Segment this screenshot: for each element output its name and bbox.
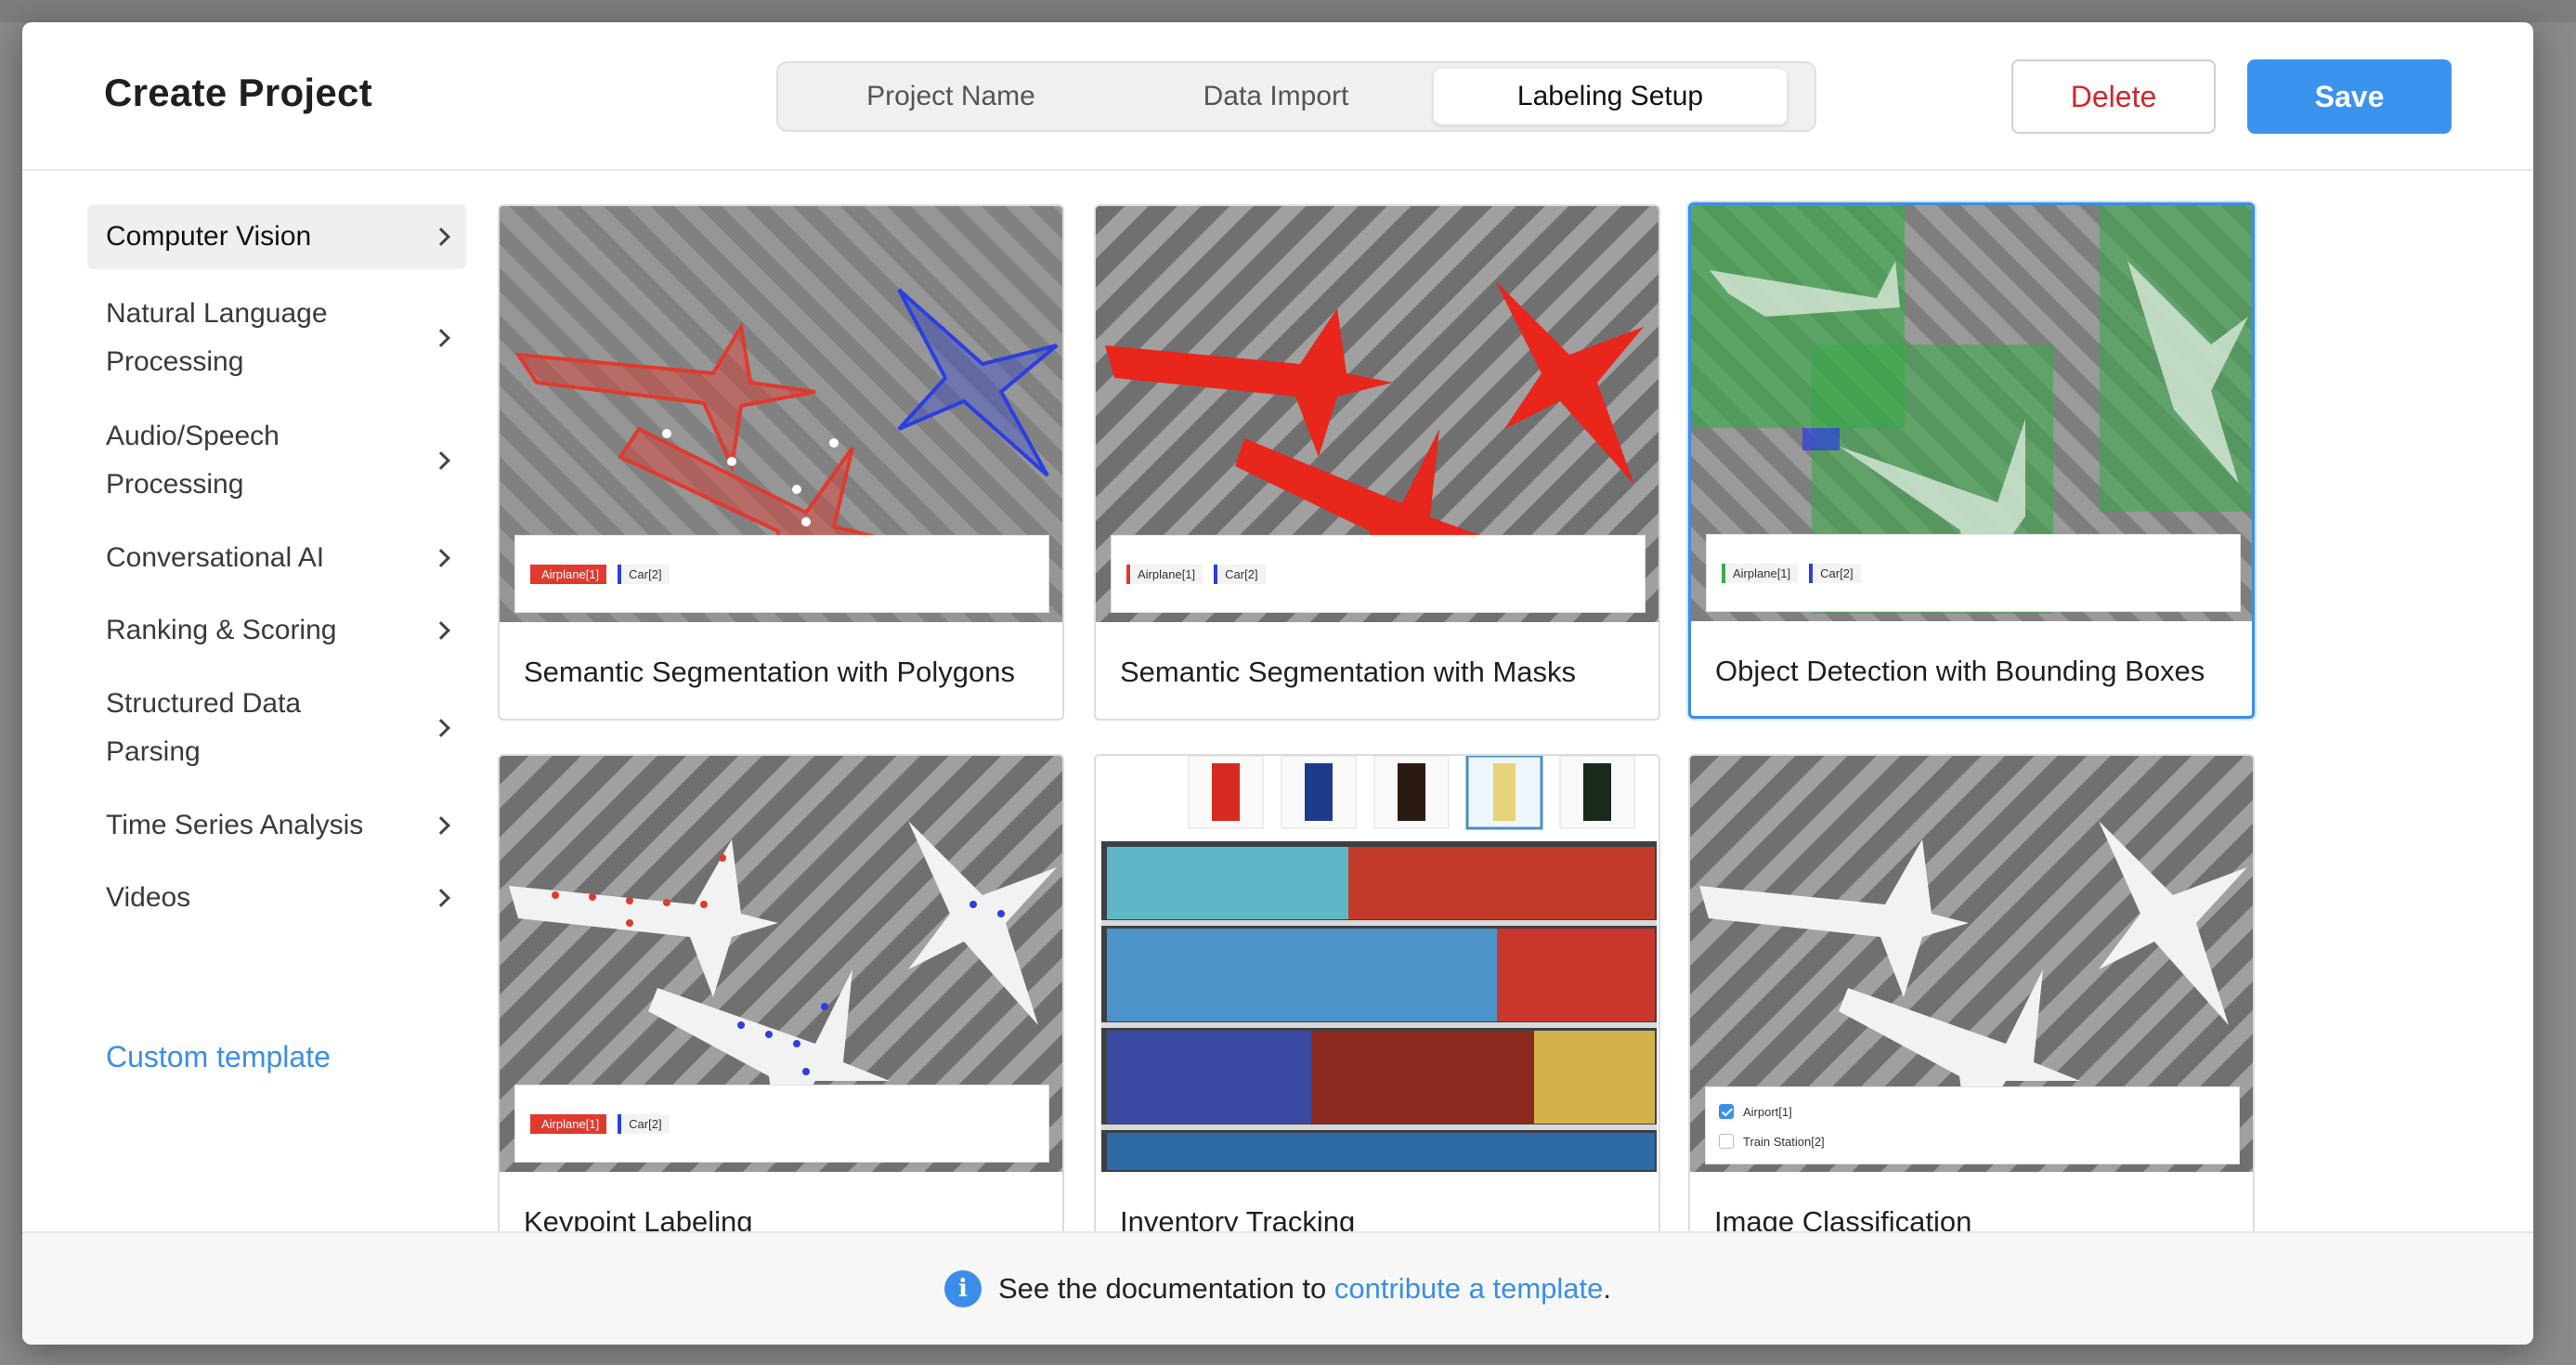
- label-chip-car: Car[2]: [1809, 563, 1861, 583]
- template-title: Semantic Segmentation with Masks: [1120, 656, 1577, 688]
- tab-project-name[interactable]: Project Name: [784, 69, 1118, 124]
- label-chip-car: Car[2]: [618, 564, 670, 584]
- sidebar-item-label: Structured Data Parsing: [106, 688, 302, 767]
- chevron-right-icon: [432, 719, 450, 737]
- checkbox-unchecked-icon: [1719, 1134, 1734, 1149]
- chevron-right-icon: [432, 451, 450, 470]
- sidebar-item-label: Natural Language Processing: [106, 298, 328, 377]
- template-card-polygons[interactable]: Airplane[1] Car[2] Semantic Segmentation…: [498, 204, 1064, 721]
- choice-airport: Airport[1]: [1706, 1097, 2239, 1126]
- sidebar-item-videos[interactable]: Videos: [87, 862, 466, 934]
- tab-labeling-setup[interactable]: Labeling Setup: [1434, 69, 1787, 124]
- choice-label: Train Station[2]: [1743, 1134, 1825, 1149]
- template-thumbnail: Airplane[1] Car[2]: [500, 206, 1062, 622]
- sidebar-item-label: Audio/Speech Processing: [106, 421, 280, 500]
- sidebar-item-label: Videos: [106, 882, 191, 913]
- template-card-inventory[interactable]: Inventory Tracking: [1094, 754, 1660, 1270]
- footer-text: See the documentation to contribute a te…: [998, 1272, 1611, 1306]
- label-chips: Airplane[1] Car[2]: [514, 1085, 1049, 1163]
- template-category-sidebar: Computer Vision Natural Language Process…: [87, 204, 466, 934]
- chevron-right-icon: [432, 549, 450, 567]
- template-thumbnail: Airplane[1] Car[2]: [500, 756, 1062, 1172]
- footer-text-after: .: [1603, 1272, 1612, 1305]
- sidebar-item-ranking-scoring[interactable]: Ranking & Scoring: [87, 594, 466, 667]
- template-title: Semantic Segmentation with Polygons: [524, 656, 1016, 688]
- template-card-keypoints[interactable]: Airplane[1] Car[2] Keypoint Labeling: [498, 754, 1064, 1270]
- sidebar-item-label: Time Series Analysis: [106, 810, 364, 840]
- sidebar-item-label: Conversational AI: [106, 542, 325, 573]
- modal-header: Create Project Project Name Data Import …: [22, 22, 2533, 171]
- template-thumbnail: Airport[1] Train Station[2]: [1690, 756, 2253, 1172]
- sidebar-item-label: Ranking & Scoring: [106, 615, 337, 645]
- choice-label: Airport[1]: [1743, 1104, 1792, 1119]
- app-background: [0, 0, 2576, 22]
- modal-footer: i See the documentation to contribute a …: [22, 1231, 2533, 1345]
- label-chip-car: Car[2]: [618, 1113, 670, 1134]
- shelf-preview: [1101, 756, 1657, 1172]
- label-chips: Airplane[1] Car[2]: [1111, 535, 1646, 613]
- sidebar-item-audio-speech[interactable]: Audio/Speech Processing: [87, 399, 466, 522]
- create-project-modal: Create Project Project Name Data Import …: [22, 22, 2533, 1345]
- label-chip-airplane: Airplane[1]: [530, 1113, 607, 1134]
- chevron-right-icon: [432, 621, 450, 640]
- template-thumbnail: Airplane[1] Car[2]: [1096, 206, 1659, 622]
- template-card-image-classification[interactable]: Airport[1] Train Station[2] Image Classi…: [1688, 754, 2255, 1270]
- label-chip-airplane: Airplane[1]: [1126, 564, 1203, 584]
- chevron-right-icon: [432, 228, 450, 246]
- sidebar-item-time-series[interactable]: Time Series Analysis: [87, 789, 466, 862]
- template-thumbnail: [1096, 756, 1659, 1172]
- label-chips: Airplane[1] Car[2]: [1706, 534, 2241, 612]
- label-chip-airplane: Airplane[1]: [1722, 563, 1799, 583]
- tab-data-import[interactable]: Data Import: [1118, 69, 1434, 124]
- template-card-bounding-boxes[interactable]: Airplane[1] Car[2] Object Detection with…: [1688, 202, 2255, 719]
- chevron-right-icon: [432, 816, 450, 835]
- sidebar-item-nlp[interactable]: Natural Language Processing: [87, 277, 466, 399]
- footer-text-before: See the documentation to: [997, 1272, 1334, 1305]
- sidebar-item-computer-vision[interactable]: Computer Vision: [87, 204, 466, 269]
- custom-template-link[interactable]: Custom template: [106, 1040, 331, 1074]
- template-thumbnail: Airplane[1] Car[2]: [1691, 205, 2252, 621]
- contribute-template-link[interactable]: contribute a template: [1334, 1272, 1604, 1305]
- template-card-masks[interactable]: Airplane[1] Car[2] Semantic Segmentation…: [1094, 204, 1660, 721]
- sidebar-item-conversational-ai[interactable]: Conversational AI: [87, 522, 466, 594]
- label-chip-car: Car[2]: [1214, 564, 1266, 584]
- step-tabs: Project Name Data Import Labeling Setup: [776, 61, 1816, 132]
- choice-train-station: Train Station[2]: [1706, 1126, 2239, 1156]
- chevron-right-icon: [432, 889, 450, 907]
- info-icon: i: [943, 1270, 982, 1307]
- classification-choices: Airport[1] Train Station[2]: [1705, 1086, 2240, 1164]
- template-title: Object Detection with Bounding Boxes: [1715, 655, 2205, 687]
- sidebar-item-label: Computer Vision: [106, 221, 312, 252]
- sidebar-item-structured-data[interactable]: Structured Data Parsing: [87, 667, 466, 789]
- save-button[interactable]: Save: [2247, 59, 2452, 134]
- checkbox-checked-icon: [1719, 1104, 1734, 1119]
- label-chips: Airplane[1] Car[2]: [514, 535, 1049, 613]
- page-title: Create Project: [104, 71, 372, 114]
- delete-button[interactable]: Delete: [2011, 59, 2216, 134]
- chevron-right-icon: [432, 329, 450, 347]
- label-chip-airplane: Airplane[1]: [530, 564, 607, 584]
